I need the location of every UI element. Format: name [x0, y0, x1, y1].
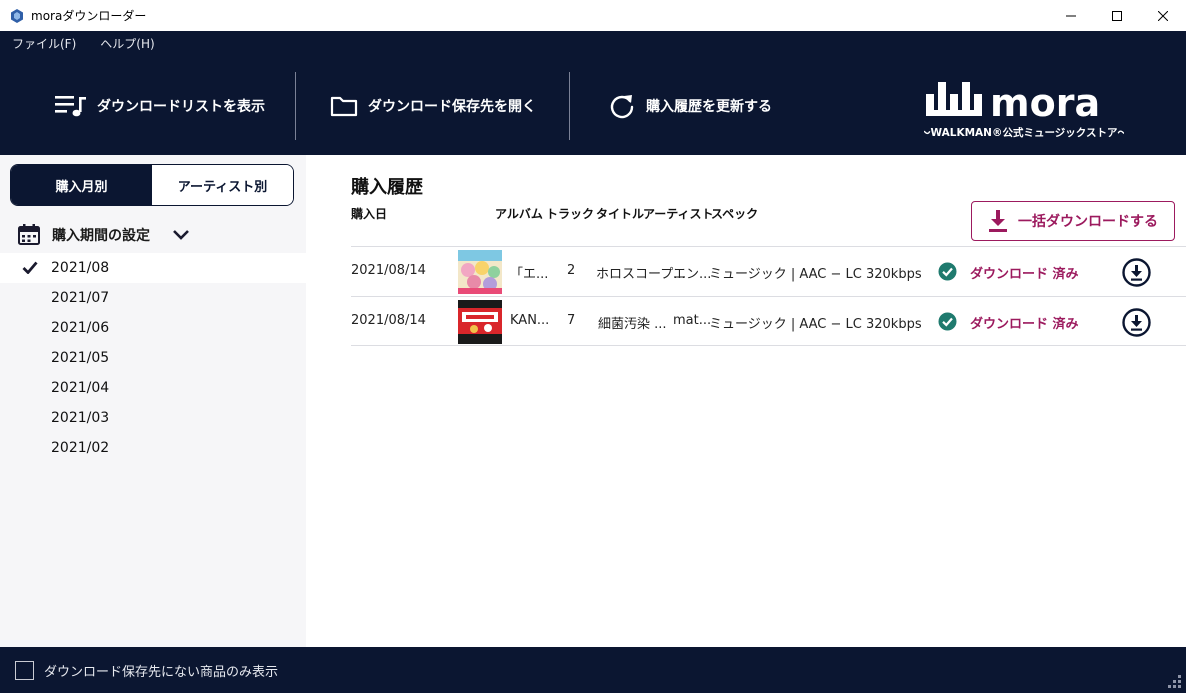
open-download-folder-button[interactable]: ダウンロード保存先を開く: [330, 56, 536, 155]
chevron-down-icon: [173, 230, 189, 240]
row-artist: エン...: [673, 267, 712, 282]
show-download-list-button[interactable]: ダウンロードリストを表示: [55, 56, 265, 155]
footer-bar: ダウンロード保存先にない商品のみ表示: [0, 647, 1186, 693]
only-missing-label[interactable]: ダウンロード保存先にない商品のみ表示: [44, 661, 278, 680]
column-date[interactable]: 購入日: [351, 205, 387, 222]
bulk-download-label: 一括ダウンロードする: [1018, 214, 1158, 230]
logo-tagline: 〜WALKMAN®公式ミュージックストア〜: [924, 126, 1124, 139]
row-track: 7: [567, 313, 576, 328]
month-item[interactable]: 2021/03: [0, 403, 306, 433]
mora-logo: mora 〜WALKMAN®公式ミュージックストア〜: [924, 81, 1124, 139]
open-download-folder-label: ダウンロード保存先を開く: [368, 98, 536, 115]
minimize-button[interactable]: [1048, 0, 1094, 31]
row-album: KAN...: [510, 313, 550, 328]
month-list: 2021/08 2021/07 2021/06 2021/05 2021/04 …: [0, 253, 306, 463]
refresh-icon: [610, 94, 634, 118]
period-settings[interactable]: 購入期間の設定: [0, 217, 306, 253]
month-label: 2021/04: [51, 380, 110, 396]
table-row[interactable]: 2021/08/14 KAN... 7 細菌汚染 ... mat... ミュージ…: [351, 296, 1186, 346]
row-spec: ミュージック | AAC − LC 320kbps: [709, 317, 922, 332]
month-item[interactable]: 2021/07: [0, 283, 306, 313]
resize-grip-icon[interactable]: [1166, 673, 1182, 689]
show-download-list-label: ダウンロードリストを表示: [97, 98, 265, 115]
album-art: [458, 300, 502, 344]
close-icon: [1158, 10, 1168, 21]
folder-icon: [330, 96, 358, 116]
month-label: 2021/07: [51, 290, 110, 306]
toolbar-divider: [569, 72, 570, 140]
page-title: 購入履歴: [351, 177, 423, 198]
row-date: 2021/08/14: [351, 263, 426, 278]
column-artist[interactable]: アーティスト: [643, 205, 714, 222]
refresh-history-label: 購入履歴を更新する: [646, 98, 772, 115]
minimize-icon: [1066, 15, 1076, 16]
title-bar: moraダウンローダー: [0, 0, 1186, 31]
download-circle-icon[interactable]: [1122, 258, 1151, 287]
column-spec[interactable]: スペック: [711, 205, 758, 222]
bulk-download-button[interactable]: 一括ダウンロードする: [971, 201, 1175, 241]
row-track: 2: [567, 263, 576, 278]
month-label: 2021/05: [51, 350, 110, 366]
month-item[interactable]: 2021/04: [0, 373, 306, 403]
maximize-button[interactable]: [1094, 0, 1140, 31]
table-row[interactable]: 2021/08/14 「エ... 2 ホロスコープ... エン... ミュージッ…: [351, 246, 1186, 296]
download-status: ダウンロード 済み: [970, 267, 1079, 282]
row-artist: mat...: [673, 313, 712, 328]
row-date: 2021/08/14: [351, 313, 426, 328]
month-label: 2021/03: [51, 410, 110, 426]
sidebar: 購入月別 アーティスト別 購入期間の設定 2021/08 2021/07 202…: [0, 155, 306, 647]
check-circle-icon: [938, 312, 957, 331]
tab-by-artist[interactable]: アーティスト別: [152, 165, 293, 205]
window-title: moraダウンローダー: [31, 9, 147, 23]
period-settings-label: 購入期間の設定: [52, 228, 150, 244]
album-art: [458, 250, 502, 294]
refresh-history-button[interactable]: 購入履歴を更新する: [608, 56, 772, 155]
menu-bar: ファイル(F) ヘルプ(H): [0, 31, 1186, 56]
month-label: 2021/06: [51, 320, 110, 336]
column-album[interactable]: アルバム: [495, 205, 543, 222]
month-label: 2021/08: [51, 260, 110, 276]
toolbar: ダウンロードリストを表示 ダウンロード保存先を開く 購入履歴を更新する mora…: [0, 56, 1186, 155]
menu-file[interactable]: ファイル(F): [0, 35, 88, 52]
only-missing-checkbox[interactable]: [15, 660, 34, 680]
month-item[interactable]: 2021/05: [0, 343, 306, 373]
window-controls: [1048, 0, 1186, 31]
row-spec: ミュージック | AAC − LC 320kbps: [709, 267, 922, 282]
toolbar-divider: [295, 72, 296, 140]
month-item[interactable]: 2021/02: [0, 433, 306, 463]
month-item[interactable]: 2021/06: [0, 313, 306, 343]
maximize-icon: [1112, 10, 1122, 21]
column-track[interactable]: トラック: [546, 205, 594, 222]
download-icon: [989, 210, 1007, 232]
month-item[interactable]: 2021/08: [0, 253, 306, 283]
purchase-table: 2021/08/14 「エ... 2 ホロスコープ... エン... ミュージッ…: [351, 246, 1186, 346]
check-icon: [22, 261, 38, 274]
download-status: ダウンロード 済み: [970, 317, 1079, 332]
row-album: 「エ...: [510, 267, 549, 282]
month-label: 2021/02: [51, 440, 110, 456]
tab-by-month[interactable]: 購入月別: [11, 165, 152, 205]
playlist-icon: [55, 95, 86, 116]
sort-toggle: 購入月別 アーティスト別: [10, 164, 294, 206]
check-circle-icon: [938, 262, 957, 281]
download-circle-icon[interactable]: [1122, 308, 1151, 337]
close-button[interactable]: [1140, 0, 1186, 31]
column-title[interactable]: タイトル: [596, 205, 644, 222]
app-icon: [11, 8, 23, 23]
purchase-history-panel: 購入履歴 購入日 アルバム トラック タイトル アーティスト スペック 一括ダウ…: [306, 155, 1186, 647]
logo-wordmark: mora: [990, 81, 1100, 125]
calendar-icon: [18, 224, 40, 245]
menu-help[interactable]: ヘルプ(H): [88, 35, 166, 52]
row-title: 細菌汚染 ...: [598, 317, 667, 332]
